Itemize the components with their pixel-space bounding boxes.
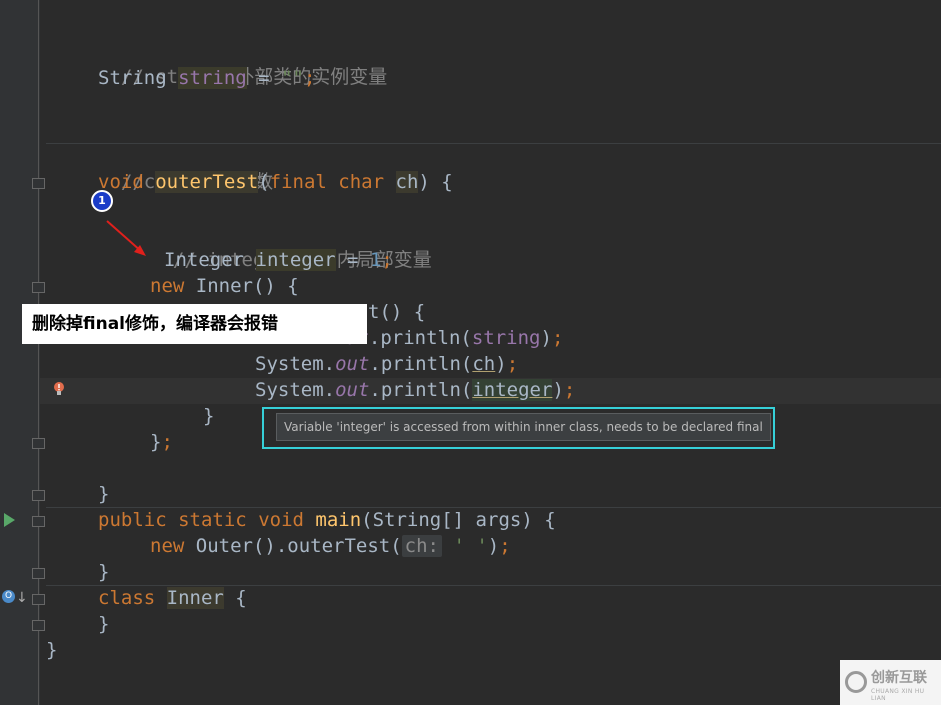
fold-marker-icon[interactable] [32,282,45,293]
string-literal: "" [281,67,304,89]
code-line-2: String string = ""; [98,65,315,91]
brace: } [46,639,58,661]
fold-marker-icon[interactable] [32,490,45,501]
annotation-note: 删除掉final修饰，编译器会报错 [22,304,367,344]
keyword: class [98,587,156,609]
code-text: System. [255,379,336,401]
brace: } [150,431,162,453]
code-text: System. [255,353,336,375]
argument: ch [472,353,496,375]
semicolon: ; [499,535,511,557]
code-line-7: new Inner() { [150,273,299,299]
code-line-5: // integer:方法内局部变量 [150,221,432,271]
code-line-10: System.out.println(ch); [255,351,518,377]
local-name: integer [255,249,336,271]
fold-marker-icon[interactable] [32,516,45,527]
field-name: string [178,67,247,89]
red-arrow-icon [106,220,146,256]
code-line-12: } [203,403,214,429]
semicolon: ; [551,327,564,349]
char-literal: ' ' [442,535,488,557]
method-name: main [315,509,362,531]
keyword: public [98,509,167,531]
code-line-13: }; [150,429,173,455]
static-field: out [335,379,370,401]
code-line-19: } [98,611,109,637]
static-field: out [335,353,370,375]
code-text: .println( [368,327,472,349]
argument: string [471,327,541,349]
code-text: Outer().outerTest( [184,535,402,557]
number-badge-icon: 1 [91,190,113,212]
code-text: .println( [369,353,473,375]
code-line-15: public static void main(String[] args) { [98,507,556,533]
lightbulb-icon[interactable] [53,382,65,396]
implemented-arrow-icon[interactable]: ↓ [16,590,28,606]
semicolon: ; [303,67,316,89]
keyword: void [258,509,304,531]
code-text: (String[] args) { [361,509,556,531]
watermark: 创新互联 CHUANG XIN HU LIAN [840,660,941,705]
code-line-8: t() { [368,299,425,325]
code-line-6: Integer integer = 1; [164,247,393,273]
code-text: Inner() { [184,275,299,297]
paren: ) [487,535,500,557]
error-tooltip: Variable 'integer' is accessed from with… [276,413,771,441]
code-line-16: new Outer().outerTest(ch: ' '); [150,533,511,559]
type: Integer [164,249,245,271]
semicolon: ; [563,379,576,401]
operator: = [335,249,370,271]
param-name: ch [395,171,419,193]
number-literal: 1 [369,249,382,271]
code-text: { [223,587,247,609]
brace: } [203,405,215,427]
type: String [98,67,167,89]
semicolon: ; [506,353,519,375]
paren: ) [552,379,564,401]
code-line-20: } [46,637,57,663]
class-name: Inner [166,587,224,609]
parameter-hint: ch: [401,535,442,557]
paren: ) [540,327,552,349]
code-text: t() { [368,301,426,323]
watermark-subtitle: CHUANG XIN HU LIAN [871,688,925,702]
code-line-11: System.out.println(integer); [255,377,575,403]
method-name: outerTest [155,171,259,193]
keyword: static [178,509,247,531]
code-line-9: ut.println(string); [346,325,563,351]
semicolon: ; [161,431,173,453]
operator: = [246,67,282,89]
run-icon[interactable] [4,513,15,527]
fold-marker-icon[interactable] [32,178,45,189]
keyword: new [150,275,185,297]
code-line-14: } [98,481,109,507]
code-line-18: class Inner { [98,585,247,611]
error-argument: integer [472,379,553,401]
semicolon: ; [381,249,393,271]
paren: ) [495,353,507,375]
paren: ( [258,171,270,193]
code-text: .println( [369,379,473,401]
implemented-icon[interactable]: O [2,590,15,603]
code-line-4: void outerTest(final char ch) { [98,169,453,195]
fold-marker-icon[interactable] [32,438,45,449]
brace: } [98,613,110,635]
fold-marker-icon[interactable] [32,594,45,605]
fold-marker-icon[interactable] [32,620,45,631]
brace: } [98,561,110,583]
keyword: new [150,535,185,557]
code-line-3: //ch:方法的参数 [98,143,273,193]
code-line-17: } [98,559,109,585]
paren: ) { [418,171,453,193]
fold-marker-icon[interactable] [32,568,45,579]
watermark-logo-icon [845,671,867,693]
watermark-title: 创新互联 [871,670,927,686]
brace: } [98,483,110,505]
keyword: char [338,171,385,193]
keyword: final [269,171,327,193]
code-line-1: // string:外部类的实例变量 [98,38,387,88]
